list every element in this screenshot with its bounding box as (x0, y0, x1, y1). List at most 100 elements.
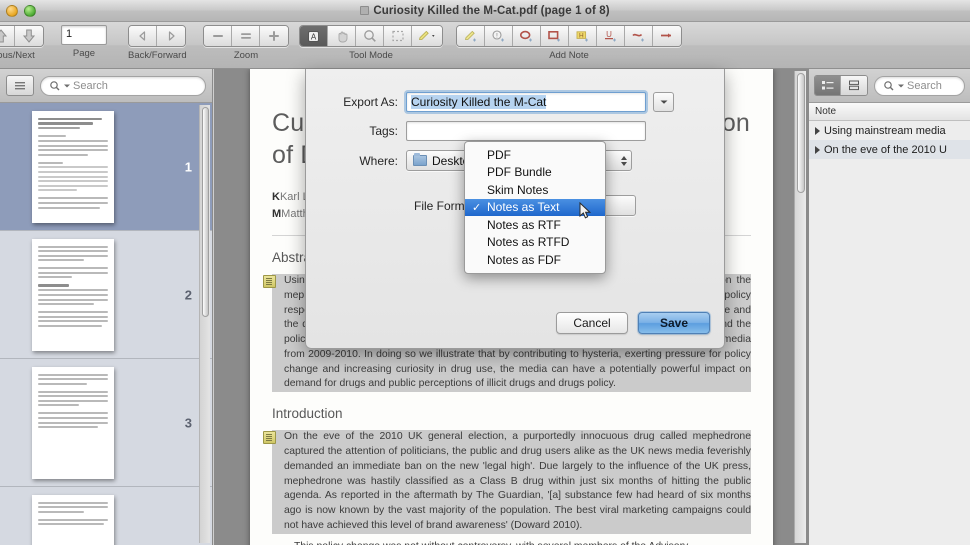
note-text: On the eve of the 2010 U (824, 143, 947, 156)
note-list-item[interactable]: Using mainstream media (809, 121, 970, 140)
previous-page-button[interactable] (0, 26, 15, 46)
zoom-window-button[interactable] (24, 5, 36, 17)
export-as-input[interactable]: Curiosity Killed the M-Cat (406, 92, 646, 112)
disclosure-triangle-icon[interactable] (815, 126, 820, 135)
menu-item-pdf-bundle[interactable]: PDF Bundle (465, 164, 605, 182)
notes-panel-header: Search (809, 69, 970, 103)
folder-icon (413, 153, 427, 166)
notes-search-placeholder: Search (907, 79, 942, 92)
select-tool-icon[interactable] (384, 26, 412, 46)
menu-item-notes-as-rtfd[interactable]: Notes as RTFD (465, 234, 605, 252)
add-circle-note-icon[interactable] (513, 26, 541, 46)
pencil-tool-icon[interactable] (412, 26, 442, 46)
tags-input[interactable] (406, 121, 646, 141)
notes-panel: Search Note Using mainstream media On th… (808, 69, 970, 545)
sidebar-search-input[interactable]: Search (40, 75, 206, 96)
zoom-actual-size-button[interactable] (232, 26, 260, 46)
add-text-note-icon[interactable] (457, 26, 485, 46)
back-forward-segment[interactable] (128, 25, 187, 47)
menu-item-label: Notes as RTFD (487, 235, 570, 250)
export-as-value: Curiosity Killed the M-Cat (411, 95, 547, 109)
notes-search-input[interactable]: Search (874, 75, 965, 96)
toolbar-group-tool-mode: A Tool Mode (299, 25, 443, 61)
sidebar-scrollbar-thumb[interactable] (202, 107, 209, 317)
menu-item-skim-notes[interactable]: Skim Notes (465, 181, 605, 199)
minimize-button[interactable] (6, 5, 18, 17)
svg-text:U: U (606, 30, 612, 39)
page-preview (32, 366, 114, 479)
thumbnail-page-number: 3 (184, 415, 192, 430)
thumbnail-page-2[interactable]: 2 (0, 231, 212, 359)
cancel-button[interactable]: Cancel (556, 312, 628, 334)
svg-text:A: A (311, 32, 317, 41)
chevron-down-icon (660, 100, 667, 104)
tags-row: Tags: (306, 121, 646, 141)
previous-next-segment[interactable] (0, 25, 44, 47)
window-title: Curiosity Killed the M-Cat.pdf (page 1 o… (360, 5, 610, 17)
back-forward-label: Back/Forward (128, 50, 187, 61)
sidebar-scrollbar[interactable] (199, 105, 210, 543)
zoom-out-button[interactable] (204, 26, 232, 46)
thumbnail-page-1[interactable]: 1 (0, 103, 212, 231)
add-anchored-note-icon[interactable]: ! (485, 26, 513, 46)
add-underline-note-icon[interactable]: U (597, 26, 625, 46)
zoom-label: Zoom (233, 50, 259, 61)
menu-item-notes-as-fdf[interactable]: Notes as FDF (465, 251, 605, 269)
sheet-buttons: Cancel Save (556, 312, 710, 334)
note-list-item[interactable]: On the eve of the 2010 U (809, 140, 970, 159)
forward-button[interactable] (157, 26, 186, 46)
skim-pdf-window: Curiosity Killed the M-Cat.pdf (page 1 o… (0, 0, 970, 545)
menu-item-label: Notes as FDF (487, 252, 562, 267)
checkmark-icon: ✓ (472, 201, 482, 214)
notes-view-icon[interactable] (841, 76, 867, 95)
thumbnail-page-number: 2 (184, 287, 192, 302)
notes-column-header[interactable]: Note (809, 103, 970, 121)
page-number-input[interactable]: 1 (61, 25, 107, 45)
expand-sheet-button[interactable] (653, 92, 674, 112)
add-note-segment[interactable]: ! H U (456, 25, 682, 47)
thumbnail-page-3[interactable]: 3 (0, 359, 212, 487)
hand-tool-icon[interactable] (328, 26, 356, 46)
document-scrollbar-thumb[interactable] (797, 73, 805, 193)
menu-item-pdf[interactable]: PDF (465, 146, 605, 164)
zoom-segment[interactable] (203, 25, 289, 47)
save-button[interactable]: Save (638, 312, 710, 334)
text-tool-icon[interactable]: A (300, 26, 328, 46)
magnify-tool-icon[interactable] (356, 26, 384, 46)
note-marker-icon[interactable] (263, 275, 276, 289)
toolbar-group-previous-next: ious/Next (0, 25, 44, 61)
search-icon (50, 80, 60, 90)
document-scrollbar[interactable] (794, 71, 806, 543)
add-line-note-icon[interactable] (653, 26, 681, 46)
page-preview (32, 238, 114, 351)
menu-item-label: PDF (487, 147, 511, 162)
next-page-button[interactable] (15, 26, 43, 46)
add-strikeout-note-icon[interactable] (625, 26, 653, 46)
menu-item-label: Notes as RTF (487, 217, 561, 232)
export-as-row: Export As: Curiosity Killed the M-Cat (306, 92, 674, 112)
introduction-paragraph: On the eve of the 2010 UK general electi… (263, 430, 751, 534)
zoom-in-button[interactable] (260, 26, 288, 46)
thumbnail-list[interactable]: 1 2 3 (0, 103, 212, 545)
add-box-note-icon[interactable] (541, 26, 569, 46)
back-button[interactable] (129, 26, 158, 46)
outline-view-icon[interactable] (815, 76, 841, 95)
search-icon (884, 80, 894, 90)
introduction-paragraph-2: This policy change was not without contr… (272, 540, 751, 545)
toolbar-group-zoom: Zoom (203, 25, 289, 61)
thumbnail-page-4[interactable]: 4 (0, 487, 212, 545)
where-stepper-icon[interactable] (621, 155, 627, 166)
notes-view-toggle[interactable] (814, 75, 868, 96)
page-preview (32, 110, 114, 223)
thumbnails-icon[interactable] (6, 75, 34, 96)
toolbar-group-add-note: ! H U Add Note (456, 25, 682, 61)
window-controls[interactable] (6, 5, 36, 17)
window-titlebar: Curiosity Killed the M-Cat.pdf (page 1 o… (0, 0, 970, 22)
tool-mode-segment[interactable]: A (299, 25, 443, 47)
note-marker-icon[interactable] (263, 431, 276, 445)
disclosure-triangle-icon[interactable] (815, 145, 820, 154)
note-text: Using mainstream media (824, 124, 946, 137)
toolbar-group-back-forward: Back/Forward (128, 25, 187, 61)
menu-item-label: Notes as Text (487, 200, 560, 215)
add-highlight-note-icon[interactable]: H (569, 26, 597, 46)
